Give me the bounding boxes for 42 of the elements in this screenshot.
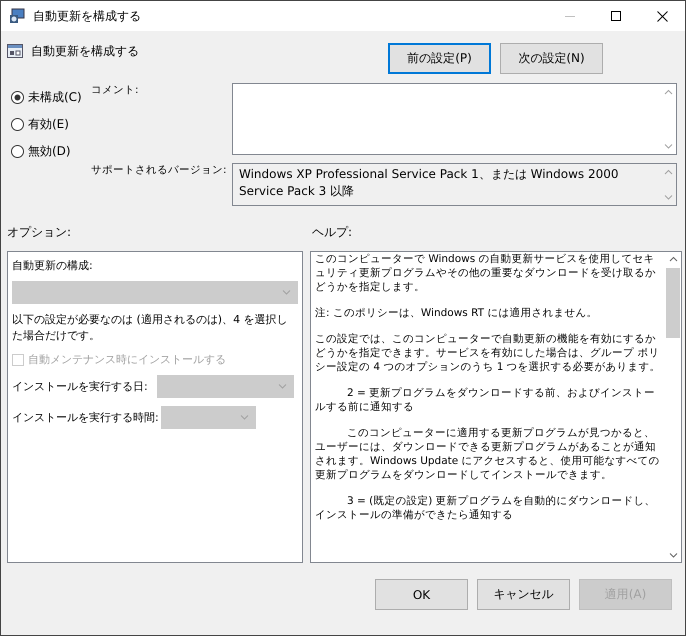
scroll-down-icon	[668, 552, 678, 558]
help-paragraph: このコンピューターで Windows の自動更新サービスを使用してセキュリティ更新プログラムやその他の重要なダウンロードを受け取るかどうかを指定します。	[315, 252, 657, 294]
scroll-down-icon	[664, 143, 672, 149]
scrollbar-thumb[interactable]	[666, 268, 680, 338]
radio-button[interactable]	[11, 144, 24, 158]
radio-option[interactable]: 無効(D)	[11, 142, 91, 160]
help-paragraph: 2 = 更新プログラムをダウンロードする前、およびインストールする前に通知する	[315, 386, 656, 414]
supported-label: サポートされるバージョン:	[91, 164, 227, 176]
next-setting-button[interactable]: 次の設定(N)	[500, 43, 603, 74]
radio-button[interactable]	[11, 90, 24, 104]
ok-button[interactable]: OK	[375, 579, 468, 610]
computer-icon	[9, 8, 25, 24]
policy-title: 自動更新を構成する	[31, 43, 140, 60]
help-paragraph: 3 = (既定の設定) 更新プログラムを自動的にダウンロードし、インストールの準備ができたら通知する	[315, 494, 657, 522]
options-label: 自動更新の構成:	[12, 258, 94, 273]
help-paragraph: この設定では、このコンピューターで自動更新の機能を有効にするかどうかを指定できます。サービスを有効にした場合は、グループ ポリシー設定の 4 つのオプションのうち 1 つを選択する必要があります。	[315, 332, 661, 374]
field-label: インストールを実行する日:	[12, 379, 149, 394]
chevron-down-icon	[282, 289, 291, 296]
window-title: 自動更新を構成する	[33, 8, 142, 24]
help-paragraph: このコンピューターに適用する更新プログラムが見つかると、ユーザーには、ダウンロードできる更新プログラムがあることが通知されます。Windows Update にアクセスすると、使用可能なすべての更新プログラムをダウンロードしてインストールできます。	[315, 426, 661, 482]
supported-version-text: Windows XP Professional Service Pack 1、または Windows 2000 Service Pack 3 以降	[238, 166, 620, 200]
close-icon	[656, 10, 668, 22]
cancel-button[interactable]: キャンセル	[477, 579, 570, 610]
help-heading: ヘルプ:	[312, 224, 352, 241]
maximize-icon	[611, 11, 621, 21]
options-note: 以下の設定が必要なのは (適用されるのは)、4 を選択した場合だけです。	[12, 312, 289, 344]
scroll-up-icon	[668, 256, 678, 262]
comment-label: コメント:	[91, 84, 139, 96]
settings-page-icon	[7, 43, 23, 59]
previous-setting-button[interactable]: 前の設定(P)	[388, 43, 491, 74]
radio-button[interactable]	[11, 118, 24, 130]
help-paragraph: 注: このポリシーは、Windows RT には適用されません。	[315, 306, 598, 320]
comment-field[interactable]	[232, 83, 677, 155]
options-heading: オプション:	[7, 224, 72, 241]
scroll-down-icon	[664, 194, 672, 200]
field-label: インストールを実行する時間:	[12, 410, 157, 425]
radio-option[interactable]: 有効(E)	[11, 115, 91, 133]
radio-option[interactable]: 未構成(C)	[11, 88, 91, 106]
chevron-down-icon	[278, 383, 287, 390]
chevron-down-icon	[240, 414, 249, 421]
scroll-up-icon	[664, 169, 672, 175]
scroll-up-icon	[664, 89, 672, 95]
